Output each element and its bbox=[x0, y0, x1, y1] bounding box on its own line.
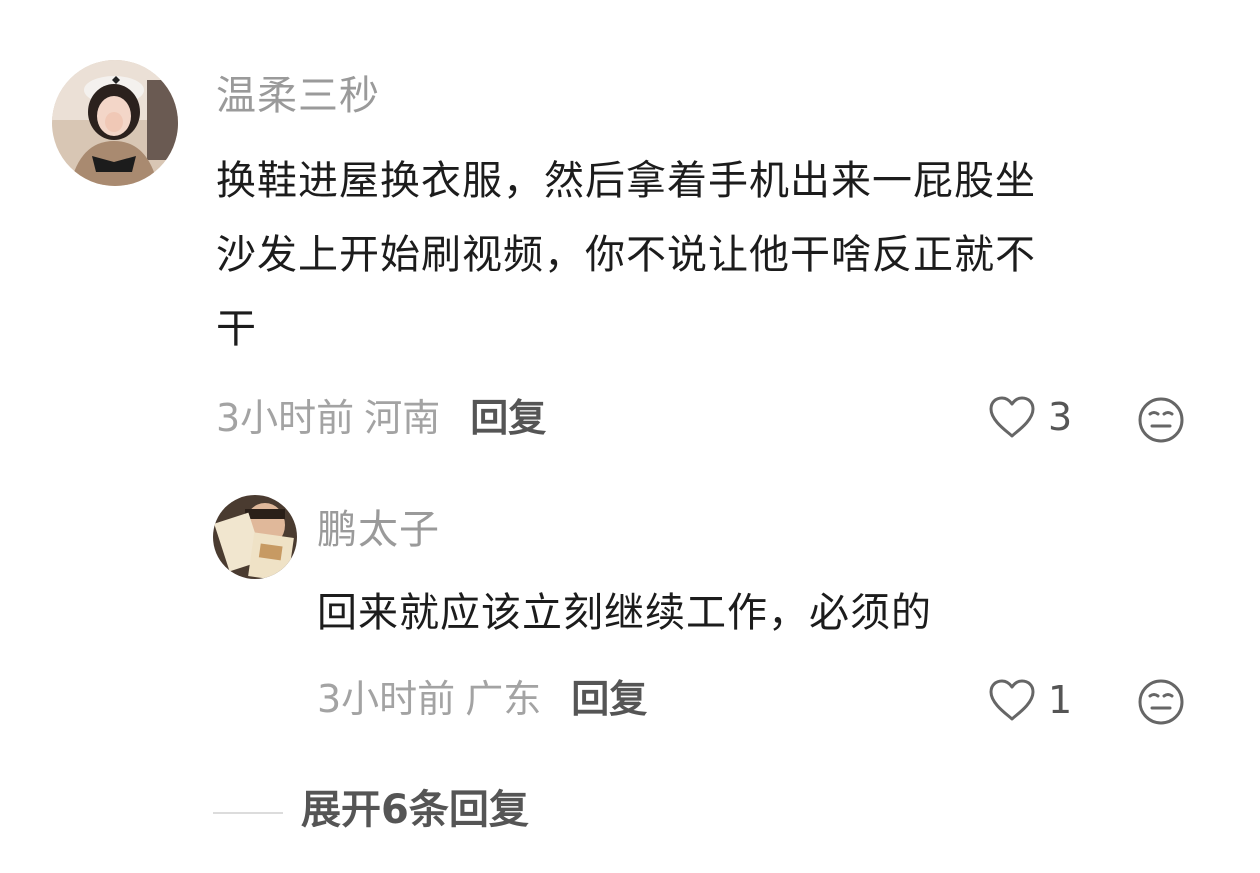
reply-like-button[interactable]: 1 bbox=[988, 678, 1072, 722]
comment-time: 3小时前 bbox=[216, 396, 355, 440]
reply-emoji-reaction-button[interactable] bbox=[1137, 678, 1185, 726]
reply-like-count: 1 bbox=[1048, 678, 1073, 722]
reply-reply-button[interactable]: 回复 bbox=[571, 677, 647, 721]
comment-text-line: 换鞋进屋换衣服，然后拿着手机出来一屁股坐 bbox=[216, 158, 1036, 204]
comment-text-line: 沙发上开始刷视频，你不说让他干啥反正就不 bbox=[216, 232, 1036, 278]
emoji-reaction-button[interactable] bbox=[1137, 396, 1185, 444]
reply-text-line: 回来就应该立刻继续工作，必须的 bbox=[317, 590, 932, 636]
smiley-face-icon bbox=[1138, 679, 1184, 725]
reply-text: 回来就应该立刻继续工作，必须的 bbox=[317, 576, 1197, 650]
heart-outline-icon bbox=[989, 679, 1035, 721]
comment-location: 河南 bbox=[364, 396, 441, 440]
smiley-face-icon bbox=[1138, 397, 1184, 443]
reply-username[interactable]: 鹏太子 bbox=[317, 510, 440, 550]
comment-meta: 3小时前 河南 回复 bbox=[216, 399, 546, 437]
like-button[interactable]: 3 bbox=[988, 395, 1072, 439]
reply-meta: 3小时前 广东 回复 bbox=[317, 680, 647, 718]
reply-time: 3小时前 bbox=[317, 677, 456, 721]
heart-outline-icon bbox=[989, 396, 1035, 438]
reply-button[interactable]: 回复 bbox=[470, 396, 546, 440]
like-count: 3 bbox=[1048, 395, 1073, 439]
comment-text: 换鞋进屋换衣服，然后拿着手机出来一屁股坐 沙发上开始刷视频，你不说让他干啥反正就… bbox=[216, 144, 1206, 366]
reply-user-avatar[interactable] bbox=[213, 495, 297, 579]
expand-replies-button[interactable]: 展开6条回复 bbox=[301, 790, 529, 830]
comment-text-line: 干 bbox=[216, 306, 257, 352]
expand-divider bbox=[213, 812, 283, 814]
reply-location: 广东 bbox=[465, 677, 542, 721]
comment-username[interactable]: 温柔三秒 bbox=[216, 76, 380, 116]
user-avatar[interactable] bbox=[52, 60, 178, 186]
